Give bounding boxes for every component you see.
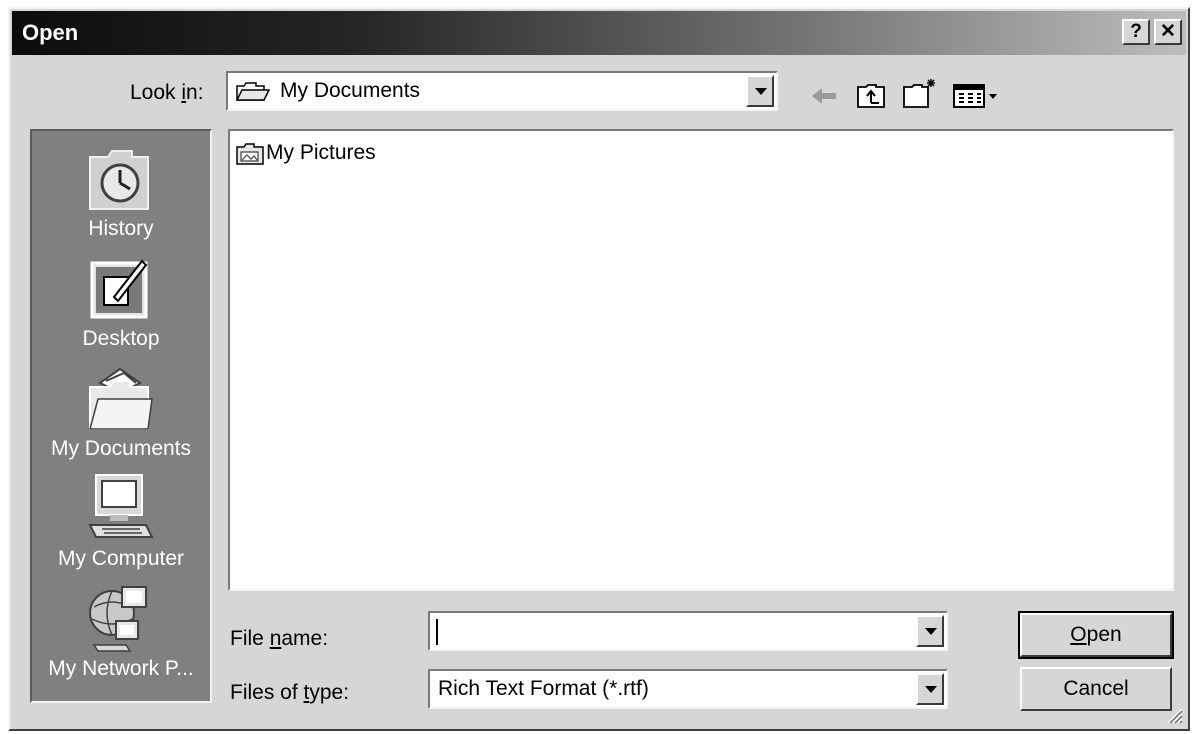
desktop-icon	[90, 259, 148, 319]
places-my-computer-label: My Computer	[57, 547, 185, 570]
history-icon	[89, 150, 149, 210]
places-history-label: History	[88, 217, 154, 240]
my-computer-icon	[88, 474, 154, 538]
look-in-label: Look in:	[130, 81, 204, 104]
my-documents-icon	[89, 367, 153, 430]
look-in-value: My Documents	[280, 79, 421, 102]
places-my-network-label: My Network P...	[48, 657, 194, 680]
resize-grip-icon[interactable]	[1164, 705, 1184, 725]
folder-open-icon	[236, 82, 270, 101]
file-type-label: Files of type:	[230, 681, 350, 704]
file-type-dropdown-button[interactable]	[916, 673, 944, 705]
places-my-computer[interactable]: My Computer	[32, 469, 210, 579]
create-new-folder-icon[interactable]	[902, 77, 940, 109]
look-in-combo[interactable]: My Documents	[226, 71, 778, 111]
places-bar: History Desktop My Documents My Computer…	[30, 129, 212, 703]
up-one-level-icon[interactable]	[856, 83, 888, 109]
help-button[interactable]: ?	[1122, 19, 1150, 45]
view-menu-icon[interactable]	[952, 83, 1000, 109]
file-name-combo[interactable]	[428, 611, 948, 651]
file-name-label: File name:	[230, 627, 329, 650]
file-name-dropdown-button[interactable]	[916, 615, 944, 647]
places-desktop[interactable]: Desktop	[32, 249, 210, 359]
text-caret	[436, 619, 438, 645]
pictures-folder-icon	[236, 143, 264, 165]
back-arrow-icon[interactable]	[810, 85, 840, 107]
places-my-network[interactable]: My Network P...	[32, 579, 210, 689]
file-list[interactable]: My Pictures	[228, 129, 1174, 591]
open-dialog: Open ? ✕ Look in: My Documents History D…	[8, 7, 1190, 731]
cancel-button[interactable]: Cancel	[1020, 667, 1172, 711]
file-type-value: Rich Text Format (*.rtf)	[438, 677, 649, 700]
places-my-documents-label: My Documents	[50, 437, 192, 460]
places-desktop-label: Desktop	[82, 327, 160, 350]
close-button[interactable]: ✕	[1154, 19, 1182, 45]
my-network-places-icon	[89, 586, 147, 652]
places-history[interactable]: History	[32, 139, 210, 249]
file-type-combo[interactable]: Rich Text Format (*.rtf)	[428, 669, 948, 709]
places-my-documents[interactable]: My Documents	[32, 359, 210, 469]
open-button[interactable]: Open	[1018, 611, 1174, 659]
title-bar[interactable]: Open ? ✕	[12, 11, 1186, 55]
dialog-title: Open	[22, 20, 79, 45]
file-item-label: My Pictures	[266, 141, 376, 164]
look-in-dropdown-button[interactable]	[746, 75, 774, 107]
